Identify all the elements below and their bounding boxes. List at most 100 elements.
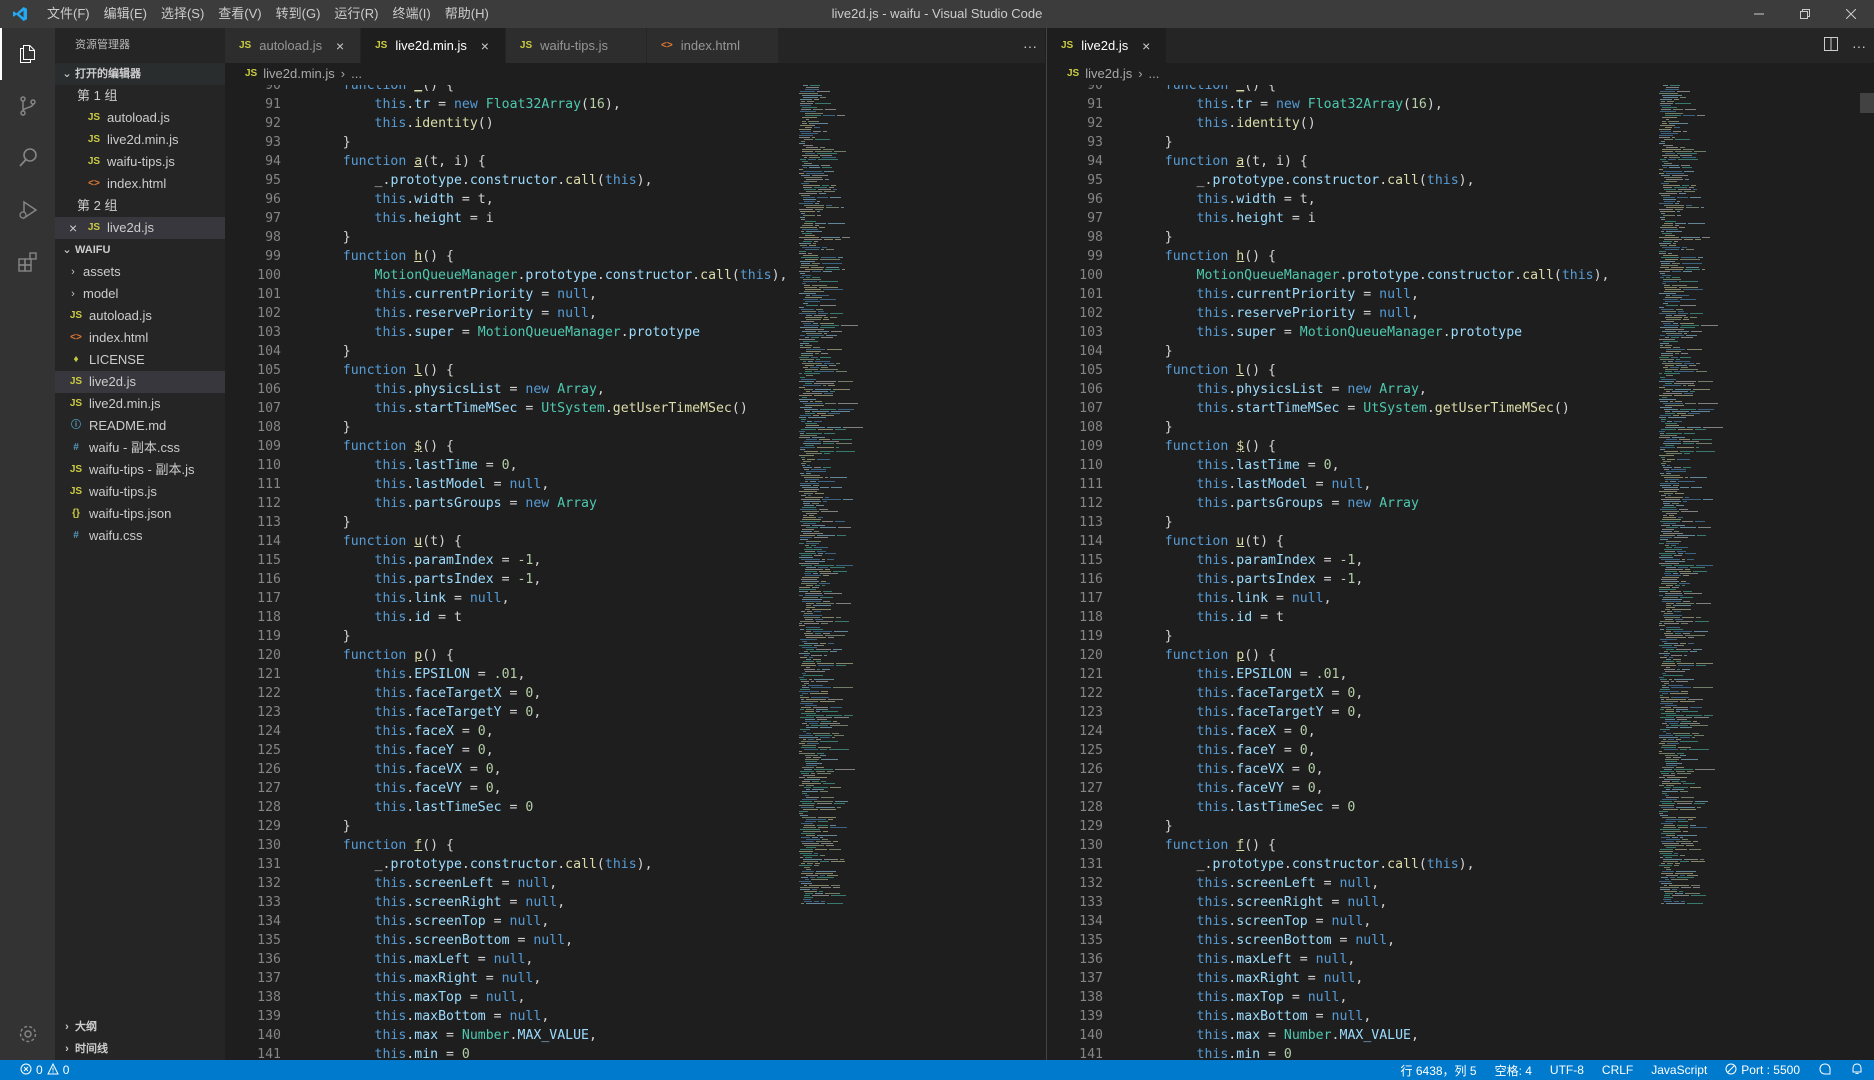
editor-group-2: JS live2d.js × ··· JS live2d.js › ... 90 f…	[1046, 28, 1874, 1060]
file-item[interactable]: JS waifu-tips.js	[55, 481, 225, 503]
minimap-line	[1671, 469, 1686, 470]
minimap-line	[1664, 769, 1672, 770]
minimap-line	[1663, 731, 1666, 732]
run-debug-icon[interactable]	[0, 184, 55, 236]
minimap-line	[1696, 565, 1713, 566]
problems-indicator[interactable]: 0 0	[0, 1062, 69, 1078]
menu-item[interactable]: 选择(S)	[154, 0, 211, 28]
file-item[interactable]: # waifu.css	[55, 525, 225, 547]
minimap-line	[802, 123, 807, 124]
extensions-icon[interactable]	[0, 236, 55, 288]
minimap-line	[1667, 421, 1672, 422]
minimap-line	[805, 575, 821, 576]
breadcrumb-symbol[interactable]: ...	[351, 63, 362, 85]
code-editor-2[interactable]: 90 function _() {91 this.tr = new Float3…	[1047, 85, 1874, 1060]
close-icon[interactable]: ×	[332, 38, 348, 54]
restore-button[interactable]	[1782, 0, 1828, 28]
feedback-icon[interactable]	[1818, 1062, 1832, 1079]
indentation[interactable]: 空格: 4	[1495, 1062, 1532, 1079]
menu-item[interactable]: 文件(F)	[40, 0, 97, 28]
notifications-bell-icon[interactable]	[1850, 1062, 1864, 1079]
minimap-line	[806, 699, 826, 700]
minimap-line	[1665, 721, 1679, 722]
minimap-line	[1660, 131, 1671, 132]
code-editor-1[interactable]: 90 function _() {91 this.tr = new Float3…	[225, 85, 1045, 1060]
minimap-line	[838, 381, 853, 382]
menu-item[interactable]: 转到(G)	[269, 0, 328, 28]
scrollbar-1[interactable]	[1031, 85, 1045, 1060]
close-icon[interactable]: ×	[69, 217, 83, 239]
minimap-1[interactable]	[799, 85, 869, 1060]
open-editor-item[interactable]: JS waifu-tips.js	[55, 151, 225, 173]
minimap-line	[800, 401, 808, 402]
minimap-line	[1673, 659, 1681, 660]
close-icon[interactable]: ×	[477, 38, 493, 54]
minimap-2[interactable]	[1659, 85, 1729, 1060]
scrollbar-2[interactable]	[1860, 85, 1874, 1060]
close-window-button[interactable]	[1828, 0, 1874, 28]
code-line: 132 this.screenLeft = null,	[225, 874, 788, 893]
menu-item[interactable]: 帮助(H)	[438, 0, 496, 28]
minimap-line	[804, 409, 818, 410]
source-control-icon[interactable]	[0, 80, 55, 132]
code-text: this.min = 0	[1196, 1047, 1292, 1060]
breadcrumb-file[interactable]: live2d.min.js	[263, 63, 335, 85]
file-item[interactable]: ⓘ README.md	[55, 415, 225, 437]
live-server-port[interactable]: Port : 5500	[1725, 1063, 1800, 1078]
workspace-header[interactable]: ⌄ WAIFU	[55, 239, 225, 261]
tab-list-1: JS autoload.js × JS live2d.min.js × JS waifu-ti…	[225, 28, 779, 63]
menu-item[interactable]: 运行(R)	[327, 0, 385, 28]
outline-header[interactable]: › 大纲	[55, 1016, 225, 1038]
menu-item[interactable]: 终端(I)	[385, 0, 437, 28]
language-mode[interactable]: JavaScript	[1651, 1063, 1707, 1077]
menu-item[interactable]: 查看(V)	[211, 0, 268, 28]
file-item[interactable]: <> index.html	[55, 327, 225, 349]
minimap-line	[806, 607, 815, 608]
open-editor-item[interactable]: × JS live2d.js	[55, 217, 225, 239]
editor-tab[interactable]: JS autoload.js ×	[225, 28, 362, 63]
breadcrumb-file[interactable]: live2d.js	[1085, 63, 1132, 85]
cursor-position[interactable]: 行 6438，列 5	[1401, 1062, 1477, 1079]
more-actions-icon[interactable]: ···	[1852, 38, 1866, 54]
editor-tab[interactable]: JS live2d.js ×	[1047, 28, 1168, 63]
breadcrumb-symbol[interactable]: ...	[1149, 63, 1160, 85]
settings-gear-icon[interactable]	[0, 1008, 55, 1060]
line-number: 132	[257, 876, 281, 891]
file-item[interactable]: {} waifu-tips.json	[55, 503, 225, 525]
file-item[interactable]: ♦ LICENSE	[55, 349, 225, 371]
minimap-line	[817, 551, 826, 552]
open-editor-item[interactable]: JS live2d.min.js	[55, 129, 225, 151]
minimap-line	[799, 691, 819, 692]
file-item[interactable]: JS live2d.min.js	[55, 393, 225, 415]
file-item[interactable]: # waifu - 副本.css	[55, 437, 225, 459]
editor-tab[interactable]: <> index.html	[647, 28, 779, 63]
split-editor-icon[interactable]	[1824, 37, 1838, 54]
encoding[interactable]: UTF-8	[1550, 1063, 1584, 1077]
file-item[interactable]: JS waifu-tips - 副本.js	[55, 459, 225, 481]
file-item[interactable]: JS live2d.js	[55, 371, 225, 393]
editor-tab[interactable]: JS live2d.min.js ×	[361, 28, 506, 63]
minimap-line	[799, 677, 804, 678]
folder-item[interactable]: › assets	[55, 261, 225, 283]
line-number: 116	[257, 572, 281, 587]
menu-item[interactable]: 编辑(E)	[97, 0, 154, 28]
open-editor-item[interactable]: <> index.html	[55, 173, 225, 195]
open-editor-item[interactable]: JS autoload.js	[55, 107, 225, 129]
close-icon[interactable]: ×	[1138, 38, 1154, 54]
minimize-button[interactable]	[1736, 0, 1782, 28]
scrollbar-thumb[interactable]	[1860, 93, 1874, 113]
minimap-line	[799, 203, 813, 204]
folder-item[interactable]: › model	[55, 283, 225, 305]
open-editors-group-2: 第 2 组	[77, 198, 118, 213]
line-ending[interactable]: CRLF	[1602, 1063, 1633, 1077]
file-item[interactable]: JS autoload.js	[55, 305, 225, 327]
code-line: 101 this.currentPriority = null,	[1047, 285, 1610, 304]
open-editors-header[interactable]: ⌄ 打开的编辑器	[55, 63, 225, 85]
search-icon[interactable]	[0, 132, 55, 184]
explorer-icon[interactable]	[0, 28, 55, 80]
editor-tab[interactable]: JS waifu-tips.js	[505, 28, 648, 63]
more-actions-icon[interactable]: ···	[1023, 38, 1037, 54]
minimap-line	[1663, 515, 1667, 516]
timeline-header[interactable]: › 时间线	[55, 1038, 225, 1060]
minimap-line	[799, 173, 804, 174]
